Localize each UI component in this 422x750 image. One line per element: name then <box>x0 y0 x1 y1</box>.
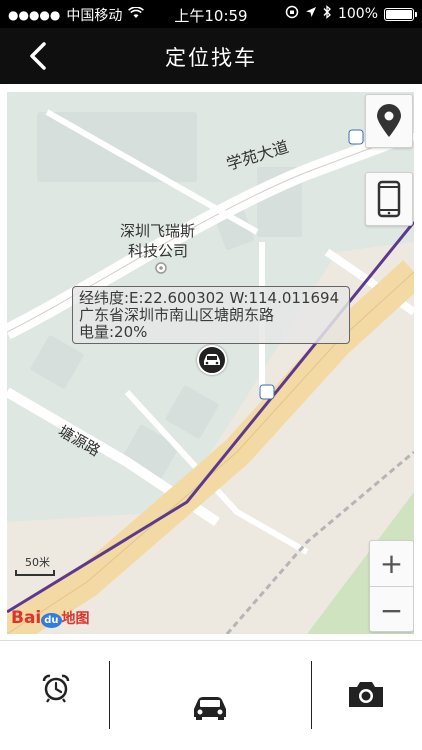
alarm-clock-icon <box>42 674 70 703</box>
locate-car-button[interactable] <box>365 94 413 148</box>
coordinates-text: 经纬度:E:22.600302 W:114.011694 <box>79 289 340 307</box>
poi-label-line1: 深圳飞瑞斯 <box>120 222 196 240</box>
poi-label-line2: 科技公司 <box>128 242 189 260</box>
toolbar-divider <box>109 661 110 729</box>
camera-icon <box>349 682 383 707</box>
baidu-map-logo: Bai du 地图 <box>11 608 90 628</box>
navigation-bar: 定位找车 <box>0 28 422 84</box>
status-bar: ●●●●● 中国移动 上午10:59 100% <box>0 0 422 28</box>
scale-label: 50米 <box>25 556 50 569</box>
car-location-marker[interactable] <box>197 345 227 375</box>
zoom-in-button[interactable]: + <box>370 541 413 587</box>
page-title: 定位找车 <box>165 46 257 70</box>
toolbar-divider <box>311 661 312 729</box>
bottom-toolbar <box>0 640 422 750</box>
rotation-lock-icon <box>285 5 299 23</box>
scale-bar <box>15 570 55 576</box>
vehicle-info-popup: 经纬度:E:22.600302 W:114.011694 广东省深圳市南山区塘朗… <box>72 286 350 344</box>
battery-level-fill <box>386 9 412 19</box>
map-scale: 50米 <box>15 554 55 576</box>
battery-text: 电量:20% <box>79 323 148 341</box>
zoom-controls: + − <box>369 540 414 632</box>
battery-icon <box>384 7 417 21</box>
zoom-out-button[interactable]: − <box>370 587 413 633</box>
location-arrow-icon <box>305 6 317 22</box>
car-button[interactable] <box>186 689 234 727</box>
battery-percent: 100% <box>337 6 378 22</box>
camera-button[interactable] <box>341 675 391 713</box>
car-icon <box>204 354 220 365</box>
location-pin-icon <box>377 104 401 137</box>
phone-icon <box>377 180 401 218</box>
locate-phone-button[interactable] <box>365 172 413 226</box>
bluetooth-icon <box>323 5 332 23</box>
map-view[interactable]: 学苑大道 塘源路 深圳飞瑞斯 科技公司 经纬度:E:22.600302 W:11… <box>7 92 414 634</box>
address-text: 广东省深圳市南山区塘朗东路 <box>79 306 275 324</box>
alarm-button[interactable] <box>32 669 80 707</box>
car-icon <box>194 697 226 720</box>
